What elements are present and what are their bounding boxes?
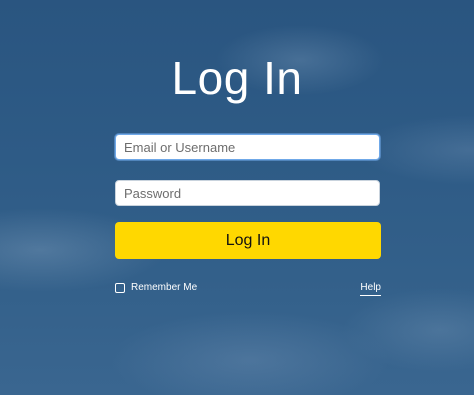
remember-me-checkbox[interactable] [115, 283, 125, 293]
remember-me-toggle[interactable]: Remember Me [115, 281, 197, 295]
help-link[interactable]: Help [360, 281, 381, 296]
password-field[interactable] [115, 180, 380, 206]
email-field[interactable] [115, 134, 380, 160]
remember-me-label: Remember Me [131, 282, 198, 293]
page-title: Log In [171, 52, 303, 104]
login-button[interactable]: Log In [115, 222, 381, 259]
